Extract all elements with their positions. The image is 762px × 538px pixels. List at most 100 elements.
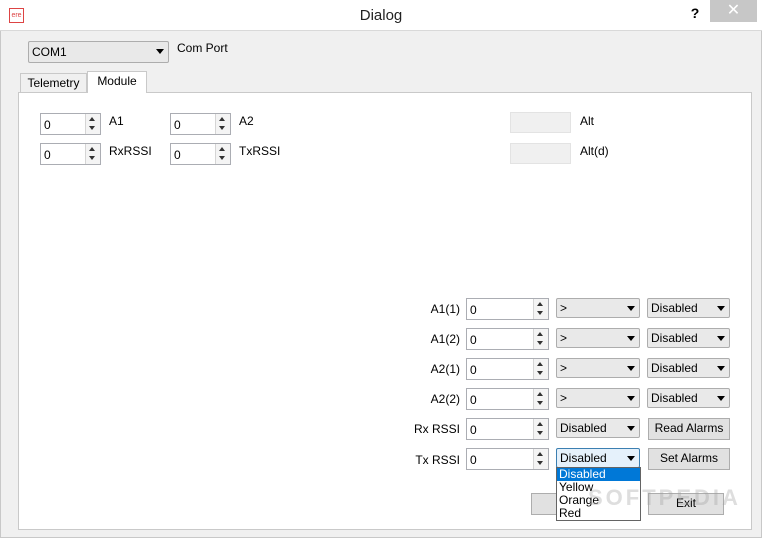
operator-value: >: [560, 331, 568, 345]
alt-label: Alt: [580, 114, 595, 128]
spin-buttons[interactable]: [533, 359, 548, 379]
alarm-value: 0: [470, 303, 477, 317]
a2-spinbox[interactable]: 0: [170, 113, 231, 135]
arrow-up-icon: [537, 422, 543, 426]
alarm-label: A2(2): [430, 392, 460, 406]
chevron-down-icon: [627, 306, 635, 311]
com-port-select[interactable]: COM1: [28, 41, 169, 63]
alarm-level-select[interactable]: Disabled: [556, 448, 640, 468]
arrow-up-icon: [537, 362, 543, 366]
spin-buttons[interactable]: [215, 144, 230, 164]
spin-buttons[interactable]: [533, 329, 548, 349]
window-title: Dialog: [359, 7, 403, 24]
spin-buttons[interactable]: [533, 419, 548, 439]
arrow-down-icon: [537, 371, 543, 375]
chevron-down-icon: [627, 396, 635, 401]
arrow-up-icon: [219, 117, 225, 121]
level-value: Disabled: [560, 451, 607, 465]
alarm-spinbox[interactable]: 0: [466, 298, 549, 320]
chevron-down-icon: [627, 426, 635, 431]
arrow-up-icon: [537, 302, 543, 306]
spin-buttons[interactable]: [533, 449, 548, 469]
txrssi-spinbox[interactable]: 0: [170, 143, 231, 165]
alarm-value: 0: [470, 453, 477, 467]
operator-value: >: [560, 391, 568, 405]
spin-buttons[interactable]: [533, 389, 548, 409]
set-alarms-button[interactable]: Set Alarms: [648, 448, 730, 470]
alarm-level-select[interactable]: Disabled: [647, 358, 730, 378]
alarm-label: A1(2): [430, 332, 460, 346]
alarm-operator-select[interactable]: >: [556, 388, 640, 408]
alarm-level-select[interactable]: Disabled: [647, 388, 730, 408]
alarm-value: 0: [470, 393, 477, 407]
txrssi-value: 0: [174, 148, 181, 162]
chevron-down-icon: [627, 336, 635, 341]
level-value: Disabled: [651, 331, 698, 345]
watermark: SOFTPEDIA: [588, 485, 741, 510]
arrow-up-icon: [537, 332, 543, 336]
arrow-down-icon: [89, 126, 95, 130]
spin-buttons[interactable]: [533, 299, 548, 319]
alarm-operator-select[interactable]: >: [556, 298, 640, 318]
a1-value: 0: [44, 118, 51, 132]
alarm-value: 0: [470, 333, 477, 347]
arrow-down-icon: [537, 341, 543, 345]
level-value: Disabled: [651, 301, 698, 315]
spin-buttons[interactable]: [85, 144, 100, 164]
arrow-down-icon: [219, 126, 225, 130]
arrow-down-icon: [537, 461, 543, 465]
alt-display: [510, 112, 571, 133]
arrow-down-icon: [537, 431, 543, 435]
alarm-level-select[interactable]: Disabled: [647, 298, 730, 318]
arrow-up-icon: [89, 147, 95, 151]
chevron-down-icon: [717, 366, 725, 371]
arrow-up-icon: [537, 392, 543, 396]
arrow-up-icon: [219, 147, 225, 151]
chevron-down-icon: [627, 366, 635, 371]
altd-label: Alt(d): [580, 144, 609, 158]
alarm-label: Rx RSSI: [413, 422, 460, 436]
alarm-spinbox[interactable]: 0: [466, 358, 549, 380]
arrow-down-icon: [537, 311, 543, 315]
tab-module[interactable]: Module: [87, 71, 147, 93]
alarm-spinbox[interactable]: 0: [466, 388, 549, 410]
spin-buttons[interactable]: [85, 114, 100, 134]
arrow-up-icon: [89, 117, 95, 121]
arrow-up-icon: [537, 452, 543, 456]
rxrssi-label: RxRSSI: [109, 144, 152, 158]
alarm-spinbox[interactable]: 0: [466, 328, 549, 350]
alarm-level-select[interactable]: Disabled: [647, 328, 730, 348]
a1-spinbox[interactable]: 0: [40, 113, 101, 135]
chevron-down-icon: [156, 49, 164, 54]
operator-value: >: [560, 361, 568, 375]
arrow-down-icon: [89, 156, 95, 160]
close-button[interactable]: ✕: [710, 0, 757, 22]
alarm-level-select[interactable]: Disabled: [556, 418, 640, 438]
chevron-down-icon: [717, 306, 725, 311]
alarm-label: A1(1): [430, 302, 460, 316]
arrow-down-icon: [219, 156, 225, 160]
alarm-label: Tx RSSI: [415, 453, 460, 467]
com-port-value: COM1: [32, 45, 67, 59]
chevron-down-icon: [627, 456, 635, 461]
chevron-down-icon: [717, 336, 725, 341]
com-port-label: Com Port: [177, 41, 228, 55]
alarm-operator-select[interactable]: >: [556, 358, 640, 378]
a1-label: A1: [109, 114, 124, 128]
arrow-down-icon: [537, 401, 543, 405]
alarm-value: 0: [470, 423, 477, 437]
alarm-spinbox[interactable]: 0: [466, 448, 549, 470]
chevron-down-icon: [717, 396, 725, 401]
level-value: Disabled: [651, 361, 698, 375]
alarm-value: 0: [470, 363, 477, 377]
a2-label: A2: [239, 114, 254, 128]
alarm-spinbox[interactable]: 0: [466, 418, 549, 440]
txrssi-label: TxRSSI: [239, 144, 281, 158]
tab-telemetry[interactable]: Telemetry: [20, 73, 87, 93]
spin-buttons[interactable]: [215, 114, 230, 134]
rxrssi-spinbox[interactable]: 0: [40, 143, 101, 165]
alarm-operator-select[interactable]: >: [556, 328, 640, 348]
help-button[interactable]: ?: [688, 5, 702, 23]
read-alarms-button[interactable]: Read Alarms: [648, 418, 730, 440]
level-value: Disabled: [651, 391, 698, 405]
